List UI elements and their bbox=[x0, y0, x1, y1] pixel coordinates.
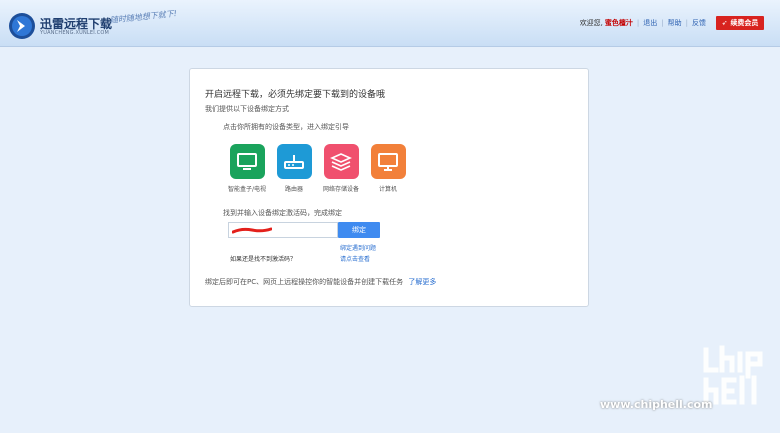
computer-tile[interactable] bbox=[370, 144, 406, 179]
renew-vip-label: 续费会员 bbox=[730, 19, 759, 27]
nav-divider: | bbox=[685, 19, 688, 27]
welcome-text: 欢迎您, bbox=[579, 19, 603, 27]
feedback-link[interactable]: 反馈 bbox=[692, 18, 706, 28]
no-code-text: 如果还是找不到激活码？ bbox=[230, 256, 297, 263]
device-label: 计算机 bbox=[378, 186, 397, 193]
router-icon bbox=[284, 154, 304, 169]
step2-text: 找到并输入设备绑定激活码，完成绑定 bbox=[223, 209, 342, 217]
device-computer[interactable]: 计算机 bbox=[358, 144, 418, 193]
top-header: 迅雷远程下载 YUANCHENG.XUNLEI.COM 随时随地想下就下! 欢迎… bbox=[0, 0, 780, 47]
view-help-link[interactable]: 请点击查看 bbox=[340, 254, 370, 263]
logout-link[interactable]: 退出 bbox=[643, 18, 657, 28]
panel-title: 开启远程下载，必须先绑定要下载到的设备哦 bbox=[205, 90, 386, 100]
xunlei-logo-icon[interactable] bbox=[8, 12, 36, 40]
panel-footer: 绑定后即可在PC、网页上远程操控你的智能设备并创建下载任务 了解更多 bbox=[205, 277, 436, 287]
vip-wing-icon: ➶ bbox=[721, 19, 728, 27]
panel-subtitle: 我们提供以下设备绑定方式 bbox=[205, 105, 289, 113]
nav-divider: | bbox=[636, 19, 640, 27]
storage-stack-icon bbox=[330, 152, 352, 171]
step1-text: 点击你所拥有的设备类型，进入绑定引导 bbox=[223, 123, 349, 131]
bind-button[interactable]: 绑定 bbox=[338, 222, 380, 238]
slogan-text: 随时随地想下就下! bbox=[109, 8, 178, 25]
footer-text: 绑定后即可在PC、网页上远程操控你的智能设备并创建下载任务 bbox=[205, 278, 404, 286]
nas-tile[interactable] bbox=[323, 144, 359, 179]
help-link[interactable]: 帮助 bbox=[668, 18, 682, 28]
monitor-icon bbox=[378, 152, 398, 171]
user-nav: 欢迎您, 蜜色檀汁 | 退出 | 帮助 | 反馈 bbox=[580, 18, 706, 28]
learn-more-link[interactable]: 了解更多 bbox=[408, 278, 436, 286]
username-link[interactable]: 蜜色檀汁 bbox=[605, 18, 633, 28]
redaction-scribble bbox=[232, 227, 272, 234]
bind-device-panel: 开启远程下载，必须先绑定要下载到的设备哦 我们提供以下设备绑定方式 点击你所拥有… bbox=[189, 68, 589, 307]
tv-icon bbox=[237, 152, 257, 170]
smart-tv-tile[interactable] bbox=[229, 144, 265, 179]
bind-problem-link[interactable]: 绑定遇到问题 bbox=[340, 243, 376, 252]
logo-subtitle: YUANCHENG.XUNLEI.COM bbox=[40, 30, 110, 36]
watermark-site-text: www.chiphell.com bbox=[600, 398, 713, 411]
nav-divider: | bbox=[661, 19, 664, 27]
renew-vip-button[interactable]: ➶ 续费会员 bbox=[716, 16, 764, 30]
router-tile[interactable] bbox=[276, 144, 312, 179]
